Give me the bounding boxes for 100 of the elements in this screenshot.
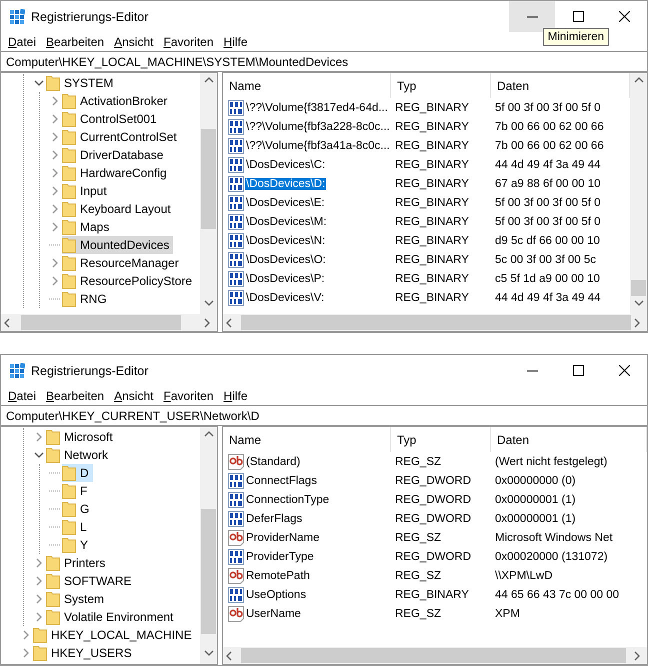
tree-item[interactable]: D xyxy=(62,464,93,482)
value-type: REG_BINARY xyxy=(394,140,470,152)
tree-item[interactable]: F xyxy=(62,482,92,500)
menu-item[interactable]: Hilfe xyxy=(218,388,253,402)
menu-item[interactable]: Bearbeiten xyxy=(41,388,110,402)
value-name[interactable]: \DosDevices\E: xyxy=(223,194,391,210)
tree-item[interactable]: HKEY_USERS xyxy=(33,644,136,662)
tree-item[interactable]: Maps xyxy=(62,218,114,236)
column-header[interactable]: Typ xyxy=(391,73,491,98)
binary-value-icon xyxy=(228,176,244,192)
value-name[interactable]: UserName xyxy=(223,606,391,622)
scrollbar-thumb[interactable] xyxy=(241,648,626,663)
column-header[interactable]: Typ xyxy=(391,427,491,452)
value-data: 0x00000001 (1) xyxy=(494,494,577,506)
binary-value-icon xyxy=(228,492,244,508)
menu-item[interactable]: Hilfe xyxy=(218,34,253,48)
menu-item[interactable]: Favoriten xyxy=(158,388,219,402)
address-bar[interactable]: Computer\HKEY_LOCAL_MACHINE\SYSTEM\MountedDevices xyxy=(1,51,647,72)
value-type: REG_BINARY xyxy=(394,234,470,246)
value-name[interactable]: (Standard) xyxy=(223,454,391,470)
tree-item[interactable]: ResourcePolicyStore xyxy=(62,272,196,290)
value-name[interactable]: \DosDevices\M: xyxy=(223,214,391,230)
value-name[interactable]: \??\Volume{fbf3a228-8c0c... xyxy=(223,118,391,134)
horizontal-scrollbar[interactable] xyxy=(1,314,217,331)
menu-item[interactable]: Datei xyxy=(3,388,42,402)
scrollbar-thumb[interactable] xyxy=(631,280,646,296)
tree-item[interactable]: HKEY_LOCAL_MACHINE xyxy=(33,626,196,644)
address-bar[interactable]: Computer\HKEY_CURRENT_USER\Network\D xyxy=(1,405,647,426)
tree-item[interactable]: System xyxy=(46,590,108,608)
tree-item[interactable]: L xyxy=(62,518,91,536)
scrollbar-thumb[interactable] xyxy=(201,509,216,634)
column-header[interactable]: Name xyxy=(223,73,391,98)
value-type: REG_DWORD xyxy=(394,494,472,506)
value-name[interactable]: \DosDevices\D: xyxy=(223,176,391,192)
value-name[interactable]: ProviderType xyxy=(223,548,391,564)
horizontal-scrollbar[interactable] xyxy=(223,314,647,331)
vertical-scrollbar[interactable] xyxy=(630,73,647,314)
scrollbar-thumb[interactable] xyxy=(201,129,216,229)
tree-item[interactable]: SOFTWARE xyxy=(46,572,136,590)
tree-item[interactable]: G xyxy=(62,500,94,518)
binary-value-icon xyxy=(228,232,244,248)
column-header[interactable]: Daten xyxy=(491,427,647,452)
value-data: d9 5c df 66 00 00 10 xyxy=(494,234,601,246)
column-header[interactable]: Name xyxy=(223,427,391,452)
binary-value-icon xyxy=(228,156,244,172)
binary-value-icon xyxy=(228,214,244,230)
value-type: REG_BINARY xyxy=(394,272,470,284)
tree-item[interactable]: CurrentControlSet xyxy=(62,128,181,146)
value-name[interactable]: \??\Volume{fbf3a41a-8c0c... xyxy=(223,138,391,154)
tree-item[interactable]: MountedDevices xyxy=(62,236,174,254)
menu-item[interactable]: Bearbeiten xyxy=(41,34,110,48)
window-title: Registrierungs-Editor xyxy=(31,364,150,378)
tree-item[interactable]: Keyboard Layout xyxy=(62,200,175,218)
minimize-icon xyxy=(526,370,538,372)
binary-value-icon xyxy=(228,270,244,286)
folder-icon xyxy=(62,93,76,109)
value-name[interactable]: \DosDevices\C: xyxy=(223,156,391,172)
value-type: REG_BINARY xyxy=(394,588,470,600)
tree-item[interactable]: Volatile Environment xyxy=(46,608,178,626)
folder-icon xyxy=(62,183,76,199)
value-data: 0x00000001 (1) xyxy=(494,512,577,524)
string-value-icon xyxy=(228,568,244,584)
value-name[interactable]: UseOptions xyxy=(223,586,391,602)
tree-item[interactable]: ActivationBroker xyxy=(62,92,172,110)
menu-item[interactable]: Ansicht xyxy=(109,34,158,48)
tree-item[interactable]: Input xyxy=(62,182,111,200)
value-name[interactable]: \DosDevices\O: xyxy=(223,252,391,268)
tree-item[interactable]: SYSTEM xyxy=(46,74,118,92)
menu-item[interactable]: Ansicht xyxy=(109,388,158,402)
tree-item[interactable]: Microsoft xyxy=(46,428,117,446)
value-name[interactable]: ConnectionType xyxy=(223,492,391,508)
value-data: XPM xyxy=(494,608,521,620)
value-name[interactable]: \??\Volume{f3817ed4-64d... xyxy=(223,100,391,116)
tree-item[interactable]: DriverDatabase xyxy=(62,146,168,164)
menu-item[interactable]: Favoriten xyxy=(158,34,219,48)
value-name[interactable]: ProviderName xyxy=(223,530,391,546)
value-name[interactable]: ConnectFlags xyxy=(223,472,391,488)
vertical-scrollbar[interactable] xyxy=(200,73,217,314)
tree-item[interactable]: HardwareConfig xyxy=(62,164,171,182)
folder-icon xyxy=(46,609,60,625)
tree-item[interactable]: RNG xyxy=(62,290,111,308)
value-data: 0x00020000 (131072) xyxy=(494,550,609,562)
value-name[interactable]: \DosDevices\P: xyxy=(223,270,391,286)
value-name[interactable]: \DosDevices\N: xyxy=(223,232,391,248)
tree-item[interactable]: ControlSet001 xyxy=(62,110,161,128)
horizontal-scrollbar[interactable] xyxy=(223,647,647,664)
value-name[interactable]: \DosDevices\V: xyxy=(223,290,391,306)
vertical-scrollbar[interactable] xyxy=(200,427,217,664)
scrollbar-thumb[interactable] xyxy=(241,315,631,330)
tree-item[interactable]: ResourceManager xyxy=(62,254,183,272)
tree-item[interactable]: Y xyxy=(62,536,92,554)
scrollbar-thumb[interactable] xyxy=(21,315,181,330)
tree-item[interactable]: Network xyxy=(46,446,112,464)
tree-item[interactable]: Printers xyxy=(46,554,110,572)
value-type: REG_BINARY xyxy=(394,120,470,132)
value-type: REG_BINARY xyxy=(394,254,470,266)
binary-value-icon xyxy=(228,472,244,488)
value-name[interactable]: RemotePath xyxy=(223,568,391,584)
menu-item[interactable]: Datei xyxy=(3,34,42,48)
value-name[interactable]: DeferFlags xyxy=(223,510,391,526)
